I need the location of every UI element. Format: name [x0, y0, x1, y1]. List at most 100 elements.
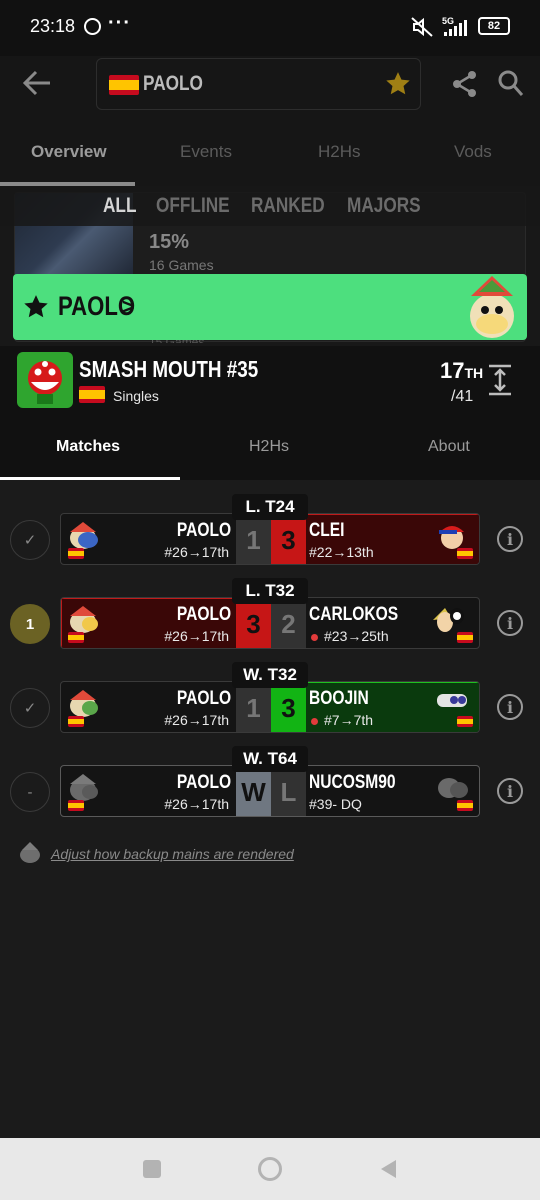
player2-name: BOOJIN: [309, 688, 369, 709]
player2-seed: #22→13th: [309, 544, 374, 560]
tab-event-h2hs[interactable]: H2Hs: [249, 438, 289, 456]
spain-flag-icon: [457, 548, 473, 559]
match-card[interactable]: PAOLO #26→17th 3 2 CARLOKOS #23→25th: [60, 597, 480, 649]
player2-score: 3: [271, 514, 306, 564]
spain-flag-icon: [457, 716, 473, 727]
live-dot-icon: [311, 718, 318, 725]
match-row[interactable]: L. T24 ✓ PAOLO #26→17th 1 3 CLEI #22→13t…: [0, 494, 540, 582]
star-icon[interactable]: [385, 71, 411, 97]
tab-events[interactable]: Events: [180, 142, 232, 162]
player2-score: L: [271, 766, 306, 816]
match-result-badge: 1: [10, 604, 50, 644]
spain-flag-icon: [68, 548, 84, 559]
player2-name: CLEI: [309, 520, 345, 541]
match-result-dq: -: [10, 772, 50, 812]
event-type: Singles: [113, 388, 159, 404]
spain-flag-icon: [457, 632, 473, 643]
event-header: SMASH MOUTH #35 Singles 17TH /41 Matches…: [0, 346, 540, 480]
player-search-field[interactable]: PAOLO: [96, 58, 421, 110]
match-row[interactable]: L. T32 1 PAOLO #26→17th 3 2 CARLOKOS #23…: [0, 578, 540, 666]
placeholder-character-icon: [438, 778, 468, 798]
filter-all[interactable]: ALL: [103, 194, 144, 218]
filter-ranked[interactable]: RANKED: [251, 194, 341, 218]
back-button[interactable]: [378, 1158, 398, 1180]
status-dots: ···: [108, 12, 131, 34]
match-row[interactable]: W. T32 ✓ PAOLO #26→17th 1 3 BOOJIN #7→7t…: [0, 662, 540, 750]
backup-mains-link[interactable]: Adjust how backup mains are rendered: [51, 846, 294, 862]
spain-flag-icon: [68, 632, 84, 643]
app-header: PAOLO Overview Events H2Hs Vods: [0, 56, 540, 186]
share-icon[interactable]: [452, 70, 478, 98]
stats-percent: 15%: [149, 231, 190, 253]
match-round-label: L. T24: [232, 494, 308, 520]
info-icon[interactable]: i: [497, 778, 523, 804]
stats-games: 16 Games: [149, 257, 214, 273]
match-result-check: ✓: [10, 520, 50, 560]
event-logo-icon: [17, 352, 73, 408]
whatsapp-icon: [84, 18, 101, 35]
player2-seed: #39- DQ: [309, 796, 362, 812]
spain-flag-icon: [68, 716, 84, 727]
player1-seed: #26→17th: [164, 628, 229, 644]
match-card[interactable]: PAOLO #26→17th W L NUCOSM90 #39- DQ: [60, 765, 480, 817]
match-result-check: ✓: [10, 688, 50, 728]
ness-icon: [439, 526, 464, 549]
spain-flag-icon: [68, 800, 84, 811]
player1-name: PAOLO: [176, 772, 231, 793]
backup-main-icon: [20, 842, 40, 863]
filter-majors[interactable]: MAJORS: [347, 194, 437, 218]
tab-vods[interactable]: Vods: [454, 142, 492, 162]
rob-icon: [437, 694, 467, 707]
player2-score: 2: [271, 598, 306, 648]
signal-icon: [444, 20, 467, 36]
player-banner[interactable]: PAOLO >: [13, 274, 527, 340]
search-icon[interactable]: [498, 70, 524, 98]
bowser-jr-icon: [70, 690, 98, 717]
filter-bar: ALL OFFLINE RANKED MAJORS: [0, 186, 540, 226]
player2-name: NUCOSM90: [309, 772, 396, 793]
tab-matches[interactable]: Matches: [56, 438, 120, 456]
info-icon[interactable]: i: [497, 526, 523, 552]
player2-seed: #23→25th: [324, 628, 389, 644]
bowser-jr-icon: [70, 606, 98, 633]
system-nav-bar: [0, 1138, 540, 1200]
info-icon[interactable]: i: [497, 694, 523, 720]
tab-overview[interactable]: Overview: [31, 142, 107, 162]
event-tab-indicator: [0, 477, 180, 480]
match-row[interactable]: W. T64 - PAOLO #26→17th W L NUCOSM90 #39…: [0, 746, 540, 834]
star-icon: [24, 295, 48, 318]
event-placement: 17TH: [440, 358, 484, 383]
recents-button[interactable]: [143, 1160, 161, 1178]
expand-icon[interactable]: [487, 364, 513, 396]
player1-score: 3: [236, 598, 271, 648]
player1-name: PAOLO: [176, 688, 231, 709]
spain-flag-icon: [457, 800, 473, 811]
match-card[interactable]: PAOLO #26→17th 1 3 CLEI #22→13th: [60, 513, 480, 565]
battery-level: 82: [487, 20, 501, 32]
player1-name: PAOLO: [176, 604, 231, 625]
info-icon[interactable]: i: [497, 610, 523, 636]
bowser-jr-icon: [70, 522, 98, 549]
match-round-label: W. T64: [232, 746, 308, 772]
bowser-jr-icon: [70, 774, 98, 801]
back-arrow-icon[interactable]: [22, 69, 52, 97]
spain-flag-icon: [109, 75, 139, 95]
player1-seed: #26→17th: [164, 796, 229, 812]
match-card[interactable]: PAOLO #26→17th 1 3 BOOJIN #7→7th: [60, 681, 480, 733]
filter-offline[interactable]: OFFLINE: [156, 194, 246, 218]
event-title: SMASH MOUTH #35: [79, 356, 259, 382]
player2-name: CARLOKOS: [309, 604, 399, 625]
tab-about[interactable]: About: [428, 438, 470, 456]
event-sheet: SMASH MOUTH #35 Singles 17TH /41 Matches…: [0, 346, 540, 1138]
player1-score: W: [236, 766, 271, 816]
match-round-label: L. T32: [232, 578, 308, 604]
player1-seed: #26→17th: [164, 712, 229, 728]
mute-icon: [411, 17, 433, 37]
match-round-label: W. T32: [232, 662, 308, 688]
header-player-name: PAOLO: [143, 72, 203, 95]
home-button[interactable]: [258, 1157, 282, 1181]
status-bar: 23:18 ··· 5G 82: [0, 0, 540, 56]
status-time: 23:18: [30, 16, 76, 36]
banner-chevron: >: [122, 294, 135, 319]
tab-h2hs[interactable]: H2Hs: [318, 142, 361, 162]
